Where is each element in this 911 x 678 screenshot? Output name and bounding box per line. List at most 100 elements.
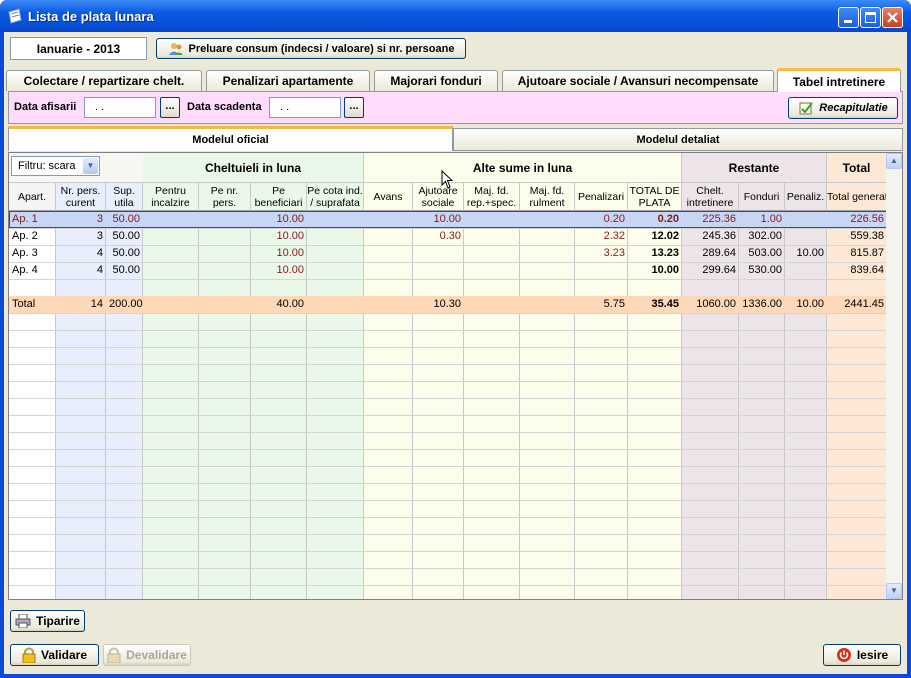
grid-row-line [9, 568, 887, 569]
scara-filter-select[interactable]: Filtru: scara ▼ [11, 156, 100, 176]
column-header-line1: Penaliz. [786, 190, 825, 203]
cell-value: 10.00 [276, 264, 304, 276]
grid-row-line [9, 347, 887, 348]
cell-value: 3 [96, 213, 103, 225]
cell-value: 3 [96, 230, 103, 242]
cell-value: 503.00 [748, 247, 782, 259]
recapitulatie-button[interactable]: Recapitulatie [788, 97, 898, 119]
column-header-line1: Pentru [155, 184, 186, 197]
cell-value: 0.30 [439, 230, 461, 242]
column-header-line2: / suprafata [310, 196, 360, 209]
cell-value: 302.00 [748, 230, 782, 242]
group-header-1: Alte sume in luna [364, 153, 682, 183]
table-row[interactable]: Ap. 1 3 50.00 10.00 10.00 0.20 0.20 225.36 1.00 2… [9, 211, 887, 228]
tab-penalizari[interactable]: Penalizari apartamente [206, 70, 370, 91]
devalidare-button[interactable]: Devalidare [103, 644, 191, 666]
column-header-0[interactable]: Apart. [9, 183, 56, 211]
scara-filter-label: Filtru: scara [18, 160, 76, 172]
tiparire-label: Tiparire [36, 614, 80, 628]
column-header-4[interactable]: Pe nr. pers. [199, 183, 251, 211]
tab-ajutoare[interactable]: Ajutoare sociale / Avansuri necompensate [502, 70, 774, 91]
maximize-button[interactable] [860, 7, 881, 28]
table-row[interactable]: Ap. 3 4 50.00 10.00 3.23 13.23 289.64 503.00 10.… [9, 245, 887, 262]
column-header-line2: rulment [529, 196, 565, 209]
minimize-icon [844, 20, 852, 23]
filter-bar: Data afisarii . . ... Data scadenta . . … [8, 91, 903, 124]
validare-label: Validare [40, 648, 88, 662]
close-button[interactable] [882, 7, 903, 28]
column-header-line1: Pe cota ind. [307, 184, 363, 197]
tab-tabel-intretinere[interactable]: Tabel intretinere [777, 68, 901, 92]
column-header-line2: utila [114, 196, 134, 209]
cell-value: 1060.00 [696, 298, 736, 310]
cell-value: 5.75 [603, 298, 625, 310]
data-afisarii-picker-button[interactable]: ... [160, 97, 180, 118]
column-header-3[interactable]: Pentru incalzire [143, 183, 199, 211]
scroll-down-icon: ▼ [890, 586, 898, 595]
column-header-15[interactable]: Penaliz. [785, 183, 827, 211]
validare-button[interactable]: Validare [10, 644, 99, 666]
minimize-button[interactable] [838, 7, 859, 28]
data-scadenta-picker-button[interactable]: ... [344, 97, 364, 118]
scroll-down-button[interactable]: ▼ [886, 583, 902, 599]
users-icon [168, 42, 183, 55]
iesire-button[interactable]: Iesire [823, 644, 901, 666]
column-header-2[interactable]: Sup. utila [106, 183, 143, 211]
column-header-line2: incalzire [151, 196, 190, 209]
subtab-detaliat[interactable]: Modelul detaliat [453, 128, 903, 151]
tab-label: Tabel intretinere [792, 74, 886, 89]
lock-icon [22, 647, 36, 663]
month-selector[interactable]: Ianuarie - 2013 [10, 37, 147, 60]
subtab-oficial[interactable]: Modelul oficial [8, 126, 453, 151]
cell-value: 10.00 [433, 213, 461, 225]
cell-value: 50.00 [112, 264, 140, 276]
vertical-scrollbar[interactable]: ▲ ▼ [886, 153, 902, 599]
cell-value: 815.87 [850, 247, 884, 259]
column-header-11[interactable]: Penalizari [575, 183, 628, 211]
column-header-line1: Chelt. [696, 184, 724, 197]
chevron-down-icon[interactable]: ▼ [83, 158, 98, 174]
column-header-13[interactable]: Chelt. intretinere [682, 183, 739, 211]
row-label: Ap. 1 [12, 213, 38, 225]
column-header-12[interactable]: TOTAL DE PLATA [628, 183, 682, 211]
column-header-9[interactable]: Maj. fd. rep.+spec. [464, 183, 520, 211]
cell-value: 13.23 [651, 247, 679, 259]
cell-value: 50.00 [112, 247, 140, 259]
table-row[interactable]: Ap. 2 3 50.00 10.00 0.30 2.32 12.02 245.36 302.0… [9, 228, 887, 245]
cell-value: 50.00 [112, 230, 140, 242]
column-header-line1: Pe nr. [210, 184, 239, 197]
cell-value: 2441.45 [844, 298, 884, 310]
table-row[interactable]: Ap. 4 4 50.00 10.00 10.00 299.64 530.00 839.64 [9, 262, 887, 279]
cell-value: 10.00 [796, 298, 824, 310]
consum-button[interactable]: Preluare consum (indecsi / valoare) si n… [156, 38, 466, 59]
tab-colectare[interactable]: Colectare / repartizare chelt. [6, 70, 202, 91]
data-grid[interactable]: Cheltuieli in luna Alte sume in luna Resta… [8, 152, 903, 600]
column-header-14[interactable]: Fonduri [739, 183, 785, 211]
column-header-line1: Maj. fd. [529, 184, 565, 197]
cell-value: 226.56 [850, 213, 884, 225]
data-afisarii-input[interactable]: . . [84, 97, 156, 118]
column-header-1[interactable]: Nr. pers. curent [56, 183, 106, 211]
scroll-up-button[interactable]: ▲ [886, 153, 902, 169]
total-row[interactable]: Total 14 200.00 40.00 10.30 5.75 35.45 1060.00 1… [9, 296, 887, 313]
tab-label: Ajutoare sociale / Avansuri necompensate [517, 74, 759, 88]
cell-value: 289.64 [702, 247, 736, 259]
column-header-5[interactable]: Pe beneficiari [251, 183, 307, 211]
column-header-8[interactable]: Ajutoare sociale [413, 183, 464, 211]
data-scadenta-input[interactable]: . . [269, 97, 341, 118]
tiparire-button[interactable]: Tiparire [10, 610, 85, 632]
title-bar[interactable]: Lista de plata lunara [0, 0, 911, 32]
grid-row-line [9, 449, 887, 450]
column-header-16[interactable]: Total generat [827, 183, 887, 211]
tab-majorari[interactable]: Majorari fonduri [374, 70, 498, 91]
column-header-10[interactable]: Maj. fd. rulment [520, 183, 575, 211]
column-header-6[interactable]: Pe cota ind. / suprafata [307, 183, 364, 211]
column-header-7[interactable]: Avans [364, 183, 413, 211]
grid-row-line [9, 551, 887, 552]
row-label: Ap. 4 [12, 264, 38, 276]
cell-value: 245.36 [702, 230, 736, 242]
cell-value: 225.36 [702, 213, 736, 225]
column-header-line1: Sup. [113, 184, 135, 197]
grid-row-line [9, 432, 887, 433]
cell-value: 50.00 [112, 213, 140, 225]
